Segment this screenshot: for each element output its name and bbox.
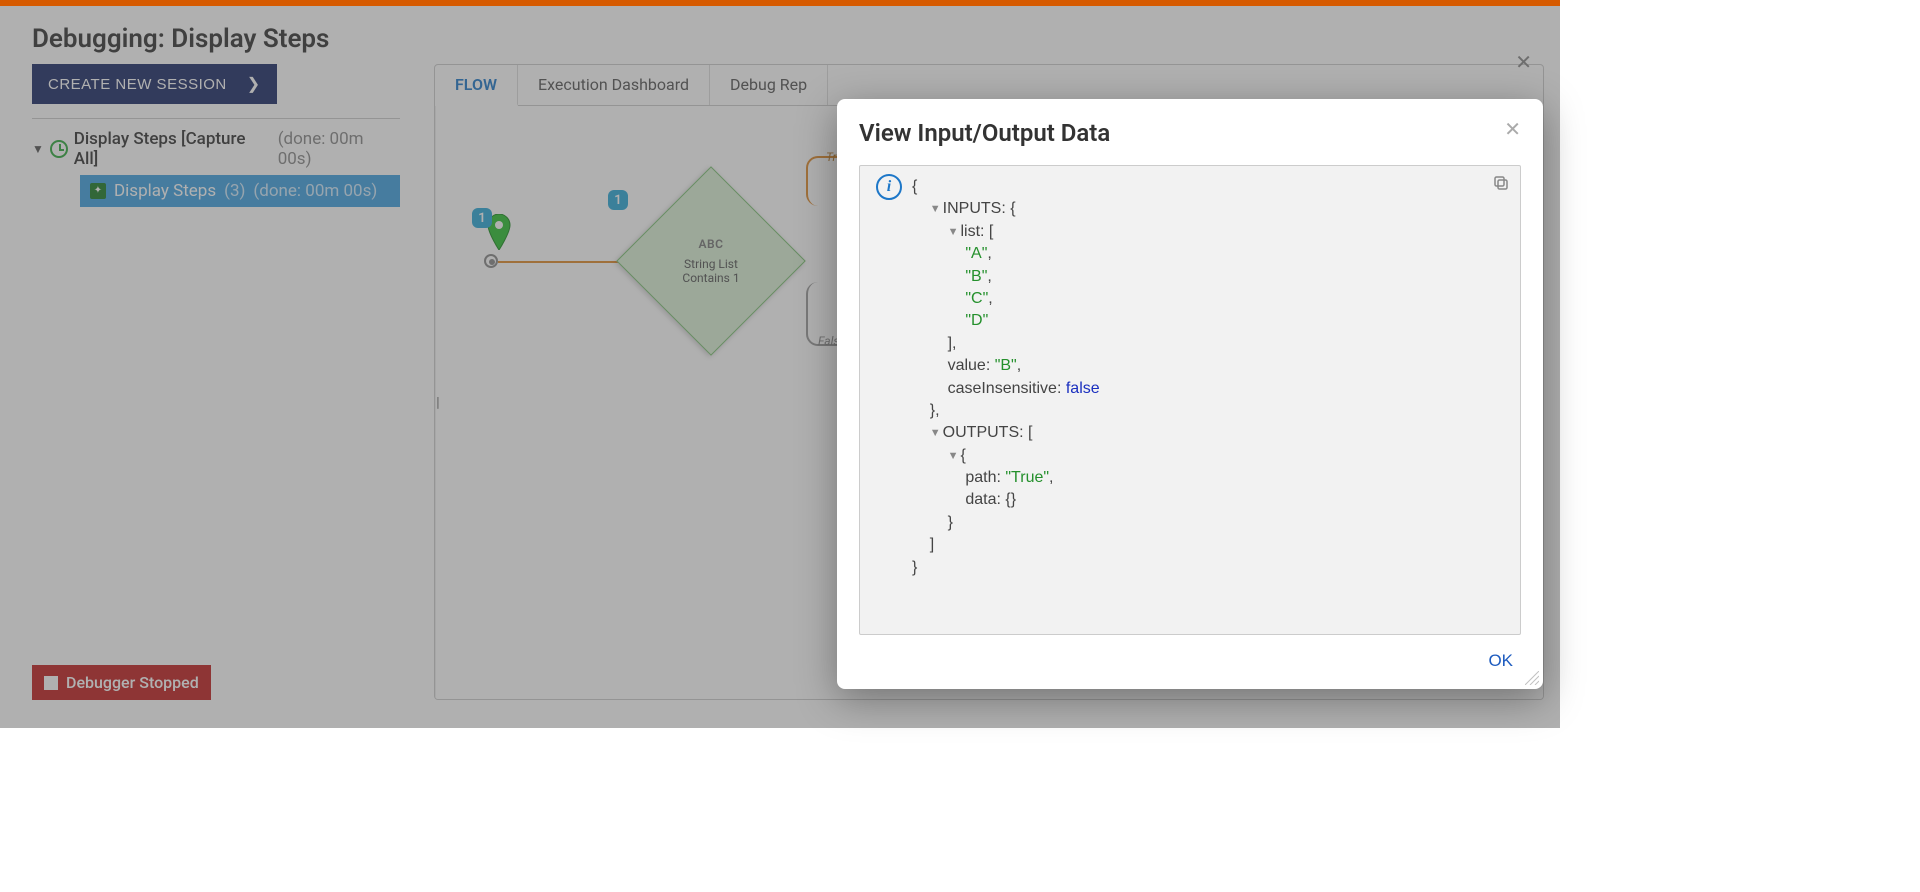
io-data-modal: View Input/Output Data ✕ i { ▼INPUTS: { … — [837, 99, 1543, 689]
json-viewer[interactable]: i { ▼INPUTS: { ▼list: [ "A", "B", "C", "… — [859, 165, 1521, 635]
json-line: } — [912, 557, 1508, 579]
json-line: ], — [912, 333, 1508, 355]
json-line: } — [912, 512, 1508, 534]
modal-title: View Input/Output Data — [859, 119, 1110, 147]
json-line: data: {} — [912, 489, 1508, 511]
json-line: "B", — [912, 266, 1508, 288]
json-line: path: "True", — [912, 467, 1508, 489]
resize-grip-icon[interactable] — [1525, 671, 1539, 685]
json-line: ▼list: [ — [912, 221, 1508, 243]
json-line: "A", — [912, 243, 1508, 265]
json-line: ▼{ — [912, 445, 1508, 467]
json-line: ▼INPUTS: { — [912, 198, 1508, 220]
json-line: caseInsensitive: false — [912, 378, 1508, 400]
json-line: ▼OUTPUTS: [ — [912, 422, 1508, 444]
json-line: }, — [912, 400, 1508, 422]
json-line: value: "B", — [912, 355, 1508, 377]
json-line: { — [912, 176, 1508, 198]
json-line: "C", — [912, 288, 1508, 310]
disclosure-triangle-icon[interactable]: ▼ — [930, 426, 941, 441]
close-icon[interactable]: ✕ — [1504, 119, 1521, 139]
disclosure-triangle-icon[interactable]: ▼ — [930, 202, 941, 217]
disclosure-triangle-icon[interactable]: ▼ — [948, 449, 959, 464]
ok-button[interactable]: OK — [1480, 647, 1521, 675]
disclosure-triangle-icon[interactable]: ▼ — [948, 225, 959, 240]
json-line: "D" — [912, 310, 1508, 332]
info-icon: i — [876, 174, 902, 200]
json-line: ] — [912, 534, 1508, 556]
